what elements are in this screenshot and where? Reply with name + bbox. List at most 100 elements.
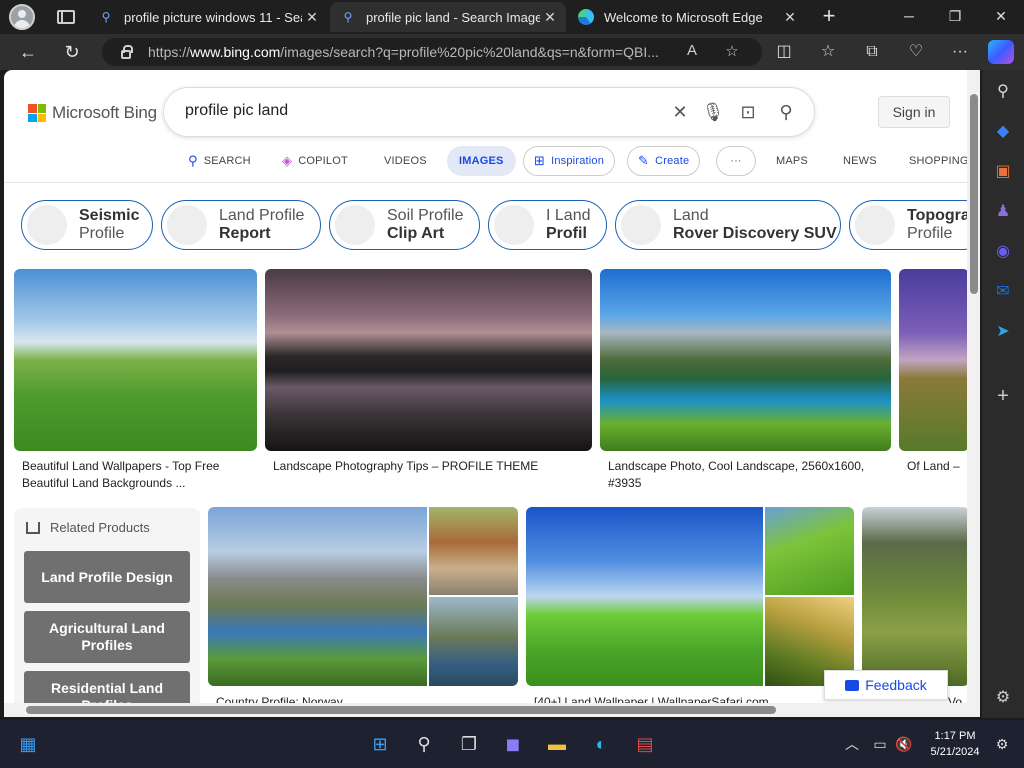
chip-soil-profile-clip-art[interactable]: Soil Profile Clip Art [329, 200, 480, 250]
restore-button[interactable]: ❐ [932, 0, 978, 32]
vertical-scrollbar[interactable] [967, 70, 980, 717]
minimize-button[interactable]: ─ [886, 0, 932, 32]
scrollbar-thumb[interactable] [970, 94, 978, 294]
search-icon[interactable]: ⚲ [410, 730, 438, 758]
logo-text: Microsoft Bing [52, 103, 157, 122]
tab-welcome-edge[interactable]: Welcome to Microsoft Edge ✕ [566, 2, 806, 32]
tag-icon[interactable]: ◆ [991, 120, 1015, 144]
close-tab-icon[interactable]: ✕ [302, 9, 322, 26]
related-products-panel: Related Products Land Profile Design Agr… [14, 508, 200, 717]
result-collage-land-wallpaper[interactable] [526, 507, 854, 686]
sign-in-button[interactable]: Sign in [878, 96, 950, 128]
feedback-button[interactable]: Feedback [824, 670, 948, 700]
chip-land-profile-report[interactable]: Land Profile Report [161, 200, 321, 250]
add-icon[interactable]: + [991, 384, 1015, 408]
task-view-icon[interactable]: ❐ [455, 730, 483, 758]
collage-tile [765, 507, 854, 595]
split-screen-icon[interactable]: ◫ [772, 40, 796, 64]
outlook-icon[interactable]: ✉ [991, 280, 1015, 304]
horizontal-scrollbar[interactable] [4, 703, 967, 717]
send-icon[interactable]: ➤ [991, 320, 1015, 344]
clear-icon[interactable]: ✕ [668, 100, 692, 124]
favorite-star-icon[interactable]: ☆ [722, 42, 742, 60]
scope-videos[interactable]: VIDEOS [384, 146, 427, 176]
result-image-mountain-lake[interactable] [600, 269, 891, 451]
chip-seismic-profile[interactable]: Seismic Profile [21, 200, 153, 250]
feedback-icon [845, 679, 860, 691]
close-tab-icon[interactable]: ✕ [540, 9, 560, 26]
bing-logo[interactable]: Microsoft Bing [28, 103, 157, 123]
result-image-valley[interactable] [862, 507, 969, 686]
address-bar[interactable]: https://www.bing.com/images/search?q=pro… [102, 38, 762, 66]
file-explorer-icon[interactable]: ▬ [543, 730, 571, 758]
microphone-icon[interactable]: 🎙 [701, 100, 725, 124]
result-image-green-hills[interactable] [14, 269, 257, 451]
tab-bar: ⚲ profile picture windows 11 - Sear ✕ ⚲ … [0, 0, 1024, 34]
scope-shopping[interactable]: SHOPPING [909, 146, 969, 176]
result-image-mountain-reflection[interactable] [265, 269, 592, 451]
scope-copilot[interactable]: ◈ COPILOT [282, 146, 348, 176]
search-input[interactable]: profile pic land [185, 102, 288, 120]
result-caption[interactable]: Beautiful Land Wallpapers - Top Free Bea… [22, 458, 252, 492]
scrollbar-thumb[interactable] [26, 706, 776, 714]
chip-topographic-profile[interactable]: Topograp Profile [849, 200, 980, 250]
scope-images[interactable]: IMAGES [447, 146, 516, 176]
collage-tile [429, 507, 518, 595]
close-window-button[interactable]: ✕ [978, 0, 1024, 32]
search-icon[interactable]: ⚲ [991, 80, 1015, 104]
close-tab-icon[interactable]: ✕ [780, 9, 800, 26]
collections-icon[interactable]: ⧉ [860, 40, 884, 64]
teams-icon[interactable]: ◼ [499, 730, 527, 758]
search-icon: ⚲ [188, 153, 198, 168]
result-caption[interactable]: Landscape Photography Tips – PROFILE THE… [273, 458, 583, 475]
search-box[interactable]: profile pic land ✕ 🎙 ⊡ ⚲ [164, 88, 814, 136]
toolbox-icon[interactable]: ▣ [991, 160, 1015, 184]
inspiration-icon: ⊞ [534, 153, 546, 168]
chip-land-rover-discovery[interactable]: Land Rover Discovery SUV [615, 200, 841, 250]
related-product-agricultural-land[interactable]: Agricultural Land Profiles [24, 611, 190, 663]
scope-create[interactable]: ✎ Create [627, 146, 701, 176]
store-icon[interactable]: ▤ [631, 730, 659, 758]
games-icon[interactable]: ♟ [991, 200, 1015, 224]
chevron-up-icon[interactable]: ︿ [838, 730, 866, 758]
result-caption[interactable]: Landscape Photo, Cool Landscape, 2560x16… [608, 458, 878, 492]
back-arrow-icon[interactable]: ← [16, 40, 40, 64]
copilot-icon[interactable] [988, 40, 1014, 64]
browser-essentials-icon[interactable]: ♡ [904, 40, 928, 64]
widgets-icon[interactable]: ▦ [14, 730, 42, 758]
related-product-land-profile-design[interactable]: Land Profile Design [24, 551, 190, 603]
search-icon[interactable]: ⚲ [774, 100, 798, 124]
result-caption[interactable]: Of Land – [907, 458, 967, 475]
page-viewport: Microsoft Bing profile pic land ✕ 🎙 ⊡ ⚲ … [4, 70, 980, 717]
tab-title: profile pic land - Search Images [366, 9, 540, 25]
tab-profile-pic-land[interactable]: ⚲ profile pic land - Search Images ✕ [330, 2, 566, 32]
scope-search[interactable]: ⚲ SEARCH [188, 146, 251, 176]
refresh-icon[interactable]: ↻ [60, 40, 84, 64]
tab-title: Welcome to Microsoft Edge [604, 9, 763, 25]
url-text[interactable]: https://www.bing.com/images/search?q=pro… [148, 44, 678, 60]
scope-inspiration[interactable]: ⊞ Inspiration [523, 146, 616, 176]
chip-i-land-profil[interactable]: I Land Profil [488, 200, 607, 250]
settings-gear-icon[interactable]: ⚙ [991, 686, 1015, 710]
result-collage-norway[interactable] [208, 507, 518, 686]
scope-maps[interactable]: MAPS [776, 146, 808, 176]
scope-news[interactable]: NEWS [843, 146, 877, 176]
new-tab-button[interactable]: + [816, 4, 842, 30]
volume-muted-icon[interactable]: 🔇 [890, 730, 918, 758]
notifications-icon[interactable]: ⚙ [988, 730, 1016, 758]
lock-icon[interactable] [121, 44, 133, 59]
profile-avatar-button[interactable] [9, 4, 35, 30]
more-scopes-button[interactable]: ··· [716, 146, 756, 176]
system-clock[interactable]: 1:17 PM 5/21/2024 [920, 728, 990, 760]
visual-search-icon[interactable]: ⊡ [736, 100, 760, 124]
edge-icon[interactable]: ◐ [587, 730, 615, 758]
tab-actions-icon[interactable] [57, 10, 75, 24]
tab-title: profile picture windows 11 - Sear [124, 9, 302, 25]
windows-start-icon[interactable]: ⊞ [366, 730, 394, 758]
copilot-icon[interactable]: ◉ [991, 240, 1015, 264]
favorites-icon[interactable]: ☆ [816, 40, 840, 64]
read-aloud-icon[interactable]: A [682, 42, 702, 59]
tab-profile-picture-windows[interactable]: ⚲ profile picture windows 11 - Sear ✕ [88, 2, 328, 32]
result-image-lavender-field[interactable] [899, 269, 969, 451]
more-menu-icon[interactable]: ··· [948, 40, 972, 64]
